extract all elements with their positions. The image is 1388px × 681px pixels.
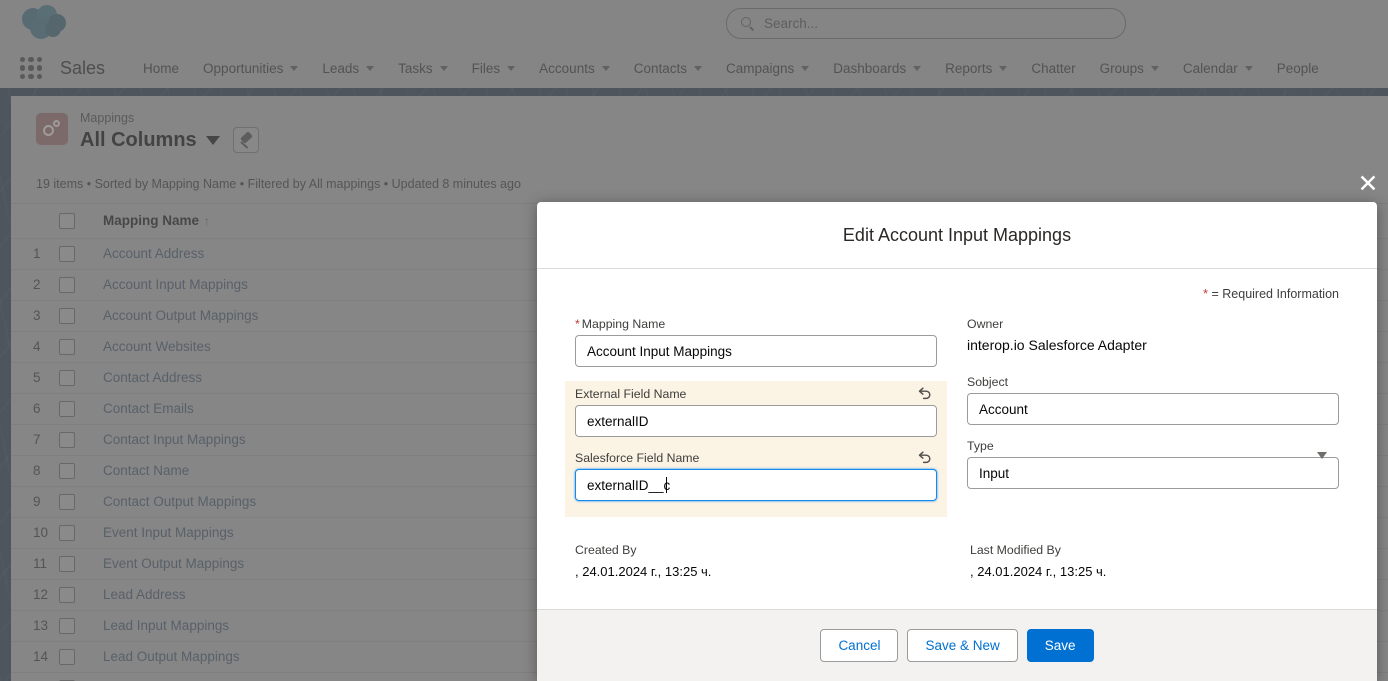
field-label: Type xyxy=(967,439,994,453)
type-select[interactable]: Input xyxy=(967,457,1339,489)
required-note-text: = Required Information xyxy=(1211,287,1339,301)
field-sobject: Sobject Account xyxy=(967,375,1339,425)
required-information-note: * = Required Information xyxy=(575,287,1339,301)
undo-icon[interactable] xyxy=(916,385,933,402)
external-field-name-input[interactable]: externalID xyxy=(575,405,937,437)
field-mapping-name: * Mapping Name Account Input Mappings xyxy=(575,317,937,367)
created-by-value: , 24.01.2024 г., 13:25 ч. xyxy=(575,564,712,579)
undo-icon[interactable] xyxy=(916,449,933,466)
field-label: Sobject xyxy=(967,375,1009,389)
chevron-down-icon[interactable] xyxy=(1317,452,1327,459)
field-label: External Field Name xyxy=(575,387,687,401)
required-asterisk: * xyxy=(575,317,580,331)
save-button[interactable]: Save xyxy=(1026,629,1094,662)
required-asterisk: * xyxy=(1203,287,1208,301)
modal-footer: Cancel Save & New Save xyxy=(537,609,1377,681)
text-cursor xyxy=(666,477,668,493)
type-selected-value: Input xyxy=(979,465,1010,481)
last-modified-by-block: Last Modified By , 24.01.2024 г., 13:25 … xyxy=(970,543,1339,579)
field-type: Type Input xyxy=(967,439,1339,489)
cancel-button[interactable]: Cancel xyxy=(820,629,899,662)
modified-fields-highlight: External Field Name externalID Salesforc… xyxy=(565,381,947,517)
field-label: Salesforce Field Name xyxy=(575,451,700,465)
salesforce-field-name-input[interactable]: externalID__c xyxy=(575,469,937,501)
field-label-text: Mapping Name xyxy=(581,317,666,331)
save-and-new-button[interactable]: Save & New xyxy=(907,629,1018,662)
field-label: Owner xyxy=(967,317,1004,331)
mapping-name-input[interactable]: Account Input Mappings xyxy=(575,335,937,367)
modal-body: * = Required Information * Mapping Name A… xyxy=(537,269,1377,609)
last-modified-by-label: Last Modified By xyxy=(970,543,1061,557)
salesforce-field-name-value: externalID__c xyxy=(587,477,671,493)
last-modified-by-value: , 24.01.2024 г., 13:25 ч. xyxy=(970,564,1107,579)
field-label: * Mapping Name xyxy=(575,317,937,331)
form-column-left: * Mapping Name Account Input Mappings Ext… xyxy=(565,317,947,517)
field-owner: Owner interop.io Salesforce Adapter xyxy=(967,317,1339,353)
field-salesforce-field-name: Salesforce Field Name externalID__c xyxy=(575,451,937,501)
field-external-field-name: External Field Name externalID xyxy=(575,387,937,437)
sobject-input[interactable]: Account xyxy=(967,393,1339,425)
created-by-label: Created By xyxy=(575,543,637,557)
modal-header: Edit Account Input Mappings xyxy=(537,202,1377,269)
created-by-block: Created By , 24.01.2024 г., 13:25 ч. xyxy=(575,543,970,579)
form-column-right: Owner interop.io Salesforce Adapter Sobj… xyxy=(967,317,1339,517)
form-grid: * Mapping Name Account Input Mappings Ext… xyxy=(565,317,1339,517)
modal-title: Edit Account Input Mappings xyxy=(842,224,1072,245)
edit-record-modal: Edit Account Input Mappings * = Required… xyxy=(537,202,1377,681)
owner-value: interop.io Salesforce Adapter xyxy=(967,337,1147,353)
close-icon[interactable]: ✕ xyxy=(1355,172,1381,198)
record-metadata: Created By , 24.01.2024 г., 13:25 ч. Las… xyxy=(575,543,1339,579)
